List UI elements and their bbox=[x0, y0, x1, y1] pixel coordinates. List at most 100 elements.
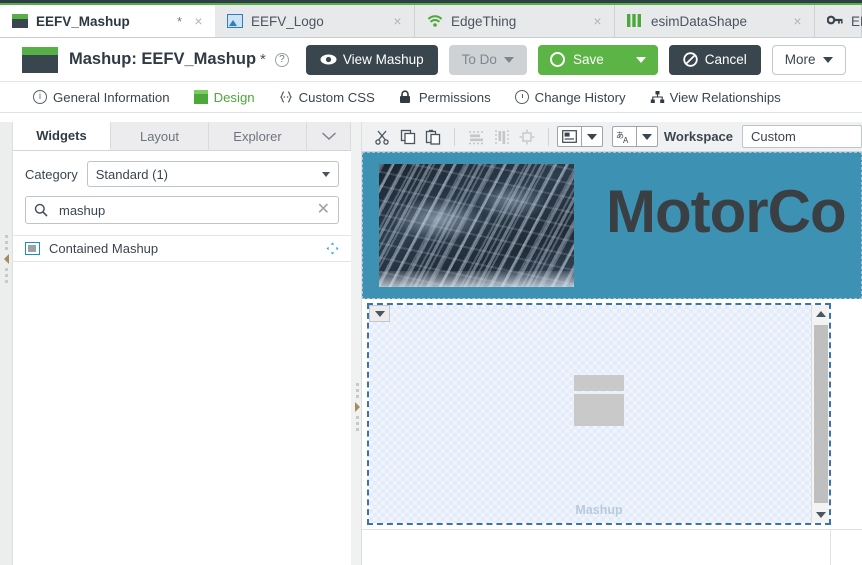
canvas-splitter-handle[interactable] bbox=[354, 380, 361, 434]
todo-label: To Do bbox=[461, 52, 497, 67]
save-label: Save bbox=[572, 52, 604, 67]
tab-label: EMS bbox=[851, 13, 862, 29]
search-icon bbox=[34, 203, 48, 217]
wifi-icon bbox=[427, 14, 443, 28]
mashup-canvas[interactable]: MotorCo Mashup bbox=[362, 152, 862, 565]
key-icon bbox=[827, 14, 843, 28]
widget-selection-outline bbox=[367, 303, 831, 525]
tab-eefv-logo[interactable]: EEFV_Logo × bbox=[215, 5, 415, 37]
tab-eefv-mashup[interactable]: EEFV_Mashup * × bbox=[0, 5, 215, 37]
close-icon[interactable]: × bbox=[391, 14, 404, 28]
tab-layout[interactable]: Layout bbox=[111, 122, 209, 150]
widget-menu-button[interactable] bbox=[369, 305, 390, 322]
workspace-value: Custom bbox=[751, 129, 796, 144]
thingworx-mashup-builder: EEFV_Mashup * × EEFV_Logo × EdgeThing × bbox=[0, 0, 862, 565]
save-button[interactable]: Save bbox=[537, 44, 658, 75]
page-title: Mashup: EEFV_Mashup bbox=[69, 50, 257, 68]
layout-icon bbox=[558, 127, 581, 146]
paste-icon[interactable] bbox=[420, 125, 446, 149]
left-splitter[interactable] bbox=[0, 122, 13, 565]
image-icon bbox=[227, 14, 243, 28]
move-handle-icon[interactable] bbox=[326, 242, 339, 255]
category-value: Standard (1) bbox=[95, 166, 169, 182]
chevron-down-icon[interactable] bbox=[635, 56, 646, 63]
chevron-down-icon bbox=[322, 171, 330, 177]
align-horizontal-icon[interactable] bbox=[463, 125, 489, 149]
widgets-panel: Category Standard (1) ✕ bbox=[13, 151, 351, 565]
tab-label: esimDataShape bbox=[651, 13, 748, 29]
language-icon: あ A bbox=[613, 127, 636, 146]
left-panel: Widgets Layout Explorer Category Standar… bbox=[0, 122, 351, 565]
list-item[interactable]: Contained Mashup bbox=[13, 236, 351, 262]
cancel-icon bbox=[683, 52, 698, 67]
mashup-icon bbox=[12, 14, 28, 28]
align-center-icon[interactable] bbox=[514, 125, 540, 149]
datashape-icon bbox=[627, 14, 643, 28]
canvas-divider bbox=[362, 529, 862, 530]
copy-icon[interactable] bbox=[395, 125, 421, 149]
canvas-divider-vertical bbox=[830, 529, 831, 565]
canvas-splitter[interactable] bbox=[351, 122, 362, 565]
more-button[interactable]: More bbox=[771, 44, 846, 75]
widget-search[interactable]: ✕ bbox=[25, 196, 339, 224]
contained-mashup-widget[interactable]: Mashup bbox=[367, 303, 831, 525]
nav-label: Permissions bbox=[418, 89, 491, 105]
nav-label: Custom CSS bbox=[298, 89, 375, 105]
widget-name: Contained Mashup bbox=[49, 241, 159, 256]
canvas-toolbar: あ A Workspace Custom bbox=[362, 122, 862, 152]
align-vertical-icon[interactable] bbox=[489, 125, 515, 149]
tab-label: EdgeThing bbox=[451, 13, 517, 29]
nav-general-information[interactable]: i General Information bbox=[33, 90, 170, 105]
more-label: More bbox=[784, 52, 816, 67]
nav-label: Design bbox=[213, 89, 255, 105]
nav-design[interactable]: Design bbox=[193, 89, 255, 105]
relationships-icon bbox=[650, 90, 664, 104]
entity-header: Mashup: EEFV_Mashup * ? View Mashup To D… bbox=[0, 38, 862, 82]
cut-icon[interactable] bbox=[369, 125, 395, 149]
chevron-down-icon[interactable] bbox=[635, 127, 657, 146]
layout-dropdown[interactable] bbox=[557, 126, 603, 147]
mashup-entity-icon bbox=[22, 46, 58, 73]
nav-label: View Relationships bbox=[669, 89, 781, 105]
tab-ems[interactable]: EMS bbox=[815, 5, 862, 37]
tab-widgets[interactable]: Widgets bbox=[13, 122, 111, 150]
tab-bar: EEFV_Mashup * × EEFV_Logo × EdgeThing × bbox=[0, 5, 862, 38]
view-mashup-button[interactable]: View Mashup bbox=[305, 44, 438, 75]
nav-custom-css[interactable]: Custom CSS bbox=[279, 90, 375, 105]
search-input[interactable] bbox=[57, 201, 308, 219]
banner-container[interactable]: MotorCo bbox=[362, 152, 862, 299]
contained-mashup-icon bbox=[25, 242, 40, 255]
entity-nav: i General Information Design Custom CSS bbox=[0, 82, 862, 113]
tab-explorer[interactable]: Explorer bbox=[209, 122, 307, 150]
close-icon[interactable]: × bbox=[591, 14, 604, 28]
nav-label: Change History bbox=[534, 89, 626, 105]
unsaved-marker: * bbox=[260, 51, 266, 68]
language-dropdown[interactable]: あ A bbox=[611, 126, 658, 147]
left-splitter-handle[interactable] bbox=[3, 232, 10, 286]
tab-label: EEFV_Logo bbox=[251, 13, 324, 29]
workspace-select[interactable]: Custom bbox=[742, 125, 862, 148]
canvas-panel: あ A Workspace Custom MotorCo Mashup bbox=[351, 122, 862, 565]
cancel-label: Cancel bbox=[704, 52, 747, 67]
chevron-down-icon bbox=[321, 132, 336, 141]
panel-expander-button[interactable] bbox=[307, 122, 351, 150]
close-icon[interactable]: × bbox=[791, 14, 804, 28]
tab-esimdatashape[interactable]: esimDataShape × bbox=[615, 5, 815, 37]
nav-permissions[interactable]: Permissions bbox=[399, 90, 491, 105]
tab-layout-label: Layout bbox=[139, 128, 180, 144]
help-icon[interactable]: ? bbox=[274, 52, 289, 67]
category-select[interactable]: Standard (1) bbox=[86, 161, 339, 187]
tab-explorer-label: Explorer bbox=[233, 128, 282, 144]
cancel-button[interactable]: Cancel bbox=[668, 44, 761, 75]
chevron-down-icon bbox=[822, 56, 833, 63]
chevron-down-icon[interactable] bbox=[581, 127, 602, 146]
todo-button[interactable]: To Do bbox=[448, 44, 527, 75]
workspace-label: Workspace bbox=[663, 129, 734, 144]
close-icon[interactable]: × bbox=[192, 14, 205, 28]
eye-icon bbox=[320, 54, 337, 65]
tab-edgething[interactable]: EdgeThing × bbox=[415, 5, 615, 37]
save-ring-icon bbox=[549, 52, 565, 67]
clear-icon[interactable]: ✕ bbox=[317, 202, 330, 218]
nav-change-history[interactable]: Change History bbox=[514, 89, 626, 105]
nav-view-relationships[interactable]: View Relationships bbox=[650, 90, 781, 105]
